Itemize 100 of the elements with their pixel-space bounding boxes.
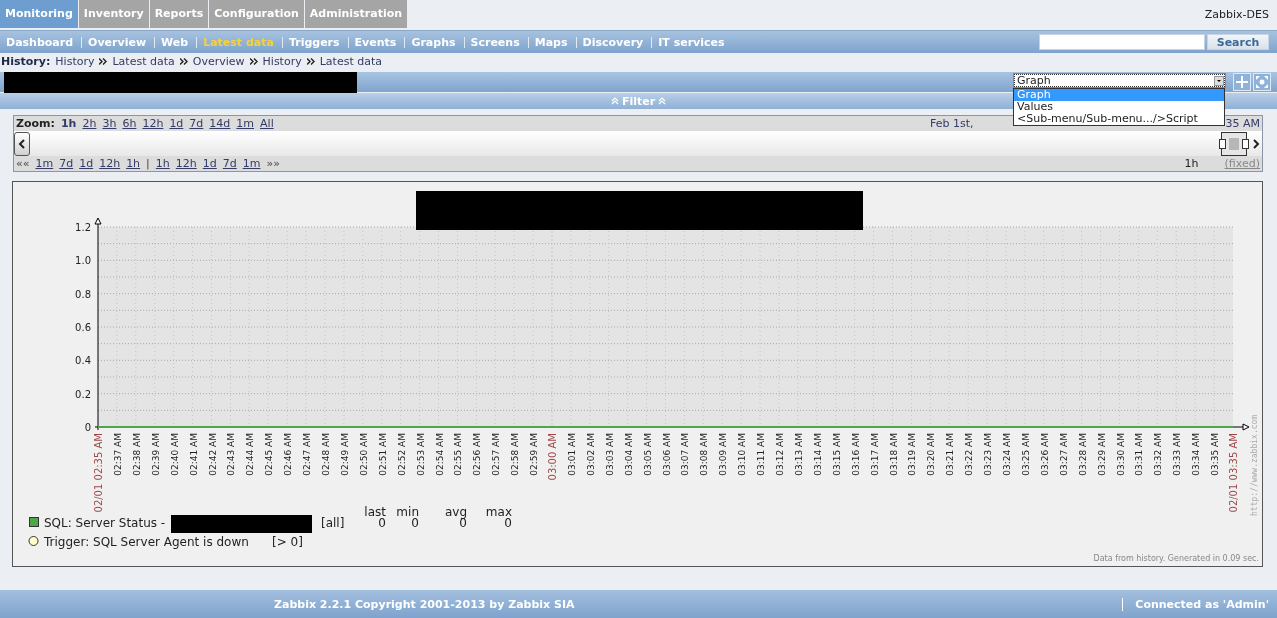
breadcrumb-link[interactable]: Latest data — [112, 55, 175, 68]
x-tick-label: 03:33 AM — [1172, 433, 1183, 476]
step-forward-link[interactable]: 1h — [155, 157, 170, 170]
stat-header: max — [485, 505, 512, 519]
x-tick-label: 03:35 AM — [1210, 433, 1221, 476]
x-tick-label: 03:21 AM — [945, 433, 956, 476]
x-tick-label: 02:45 AM — [264, 433, 275, 476]
zoom-link[interactable]: 6h — [122, 117, 137, 130]
search-button[interactable]: Search — [1207, 34, 1269, 50]
x-tick-label: 03:22 AM — [964, 433, 975, 476]
x-tick-label: 02:52 AM — [396, 433, 407, 476]
x-tick-label: 02:51 AM — [377, 433, 388, 476]
double-chevron-icon — [179, 58, 188, 65]
scroll-left-button[interactable] — [14, 131, 30, 156]
x-tick-label: 03:07 AM — [680, 433, 691, 476]
breadcrumb-link[interactable]: Latest data — [319, 55, 382, 68]
x-tick-label: 03:28 AM — [1077, 433, 1088, 476]
step-back-link[interactable]: 12h — [99, 157, 121, 170]
step-forward-link[interactable]: 1m — [242, 157, 261, 170]
stat-header: min — [396, 505, 419, 519]
x-tick-label: 02:37 AM — [112, 433, 123, 476]
x-tick-label: 03:09 AM — [718, 433, 729, 476]
breadcrumb-link[interactable]: Overview — [192, 55, 245, 68]
x-tick-label: 03:30 AM — [1115, 433, 1126, 476]
x-tick-label: 03:32 AM — [1153, 433, 1164, 476]
chevron-up-icon — [610, 97, 619, 105]
history-label: History: — [1, 55, 51, 68]
generation-note: Data from history. Generated in 0.09 sec. — [1093, 554, 1259, 563]
timeline-handle[interactable] — [1219, 131, 1249, 156]
y-tick-label: 0.8 — [75, 288, 91, 300]
end-date: 35 AM — [1225, 117, 1260, 130]
zoom-link[interactable]: 14d — [209, 117, 231, 130]
zoom-link[interactable]: 1h — [60, 117, 77, 130]
x-tick-label: 03:25 AM — [1020, 433, 1031, 476]
step-back-link[interactable]: 1m — [35, 157, 54, 170]
zoom-link[interactable]: 2h — [82, 117, 97, 130]
x-tick-label: 03:11 AM — [756, 433, 767, 476]
divider-mark: | — [146, 157, 150, 170]
step-back-link[interactable]: 1h — [126, 157, 141, 170]
forward-mark[interactable]: »» — [266, 157, 280, 170]
x-tick-label: 03:24 AM — [1002, 433, 1012, 476]
zoom-link[interactable]: All — [260, 117, 274, 130]
x-tick-label: 02:53 AM — [415, 433, 426, 476]
x-tick-label: 02:48 AM — [321, 433, 331, 476]
x-tick-label: 02:49 AM — [339, 433, 350, 476]
zoom-link[interactable]: 1d — [169, 117, 184, 130]
zoom-link[interactable]: 7d — [189, 117, 204, 130]
x-tick-label: 02:50 AM — [358, 433, 369, 476]
y-tick-label: 1.2 — [75, 222, 91, 233]
zoom-link[interactable]: 3h — [102, 117, 117, 130]
legend-function: [all] — [321, 516, 345, 530]
x-tick-label: 02/01 02:35 AM — [93, 433, 104, 513]
x-tick-label: 02:58 AM — [510, 433, 521, 476]
x-tick-label: 03:03 AM — [604, 433, 615, 476]
x-tick-label: 03:17 AM — [869, 433, 880, 476]
back-mark[interactable]: «« — [16, 157, 30, 170]
x-tick-label: 03:26 AM — [1039, 433, 1050, 476]
double-chevron-icon — [249, 58, 258, 65]
x-tick-label: 03:10 AM — [737, 433, 748, 476]
chevron-right-icon — [1251, 138, 1260, 149]
stat-value: 0 — [504, 516, 512, 530]
x-tick-label: 03:31 AM — [1134, 433, 1145, 476]
dropdown-option[interactable]: <Sub-menu/Sub-menu.../>Script — [1014, 113, 1224, 125]
x-tick-label: 02:38 AM — [131, 433, 142, 476]
breadcrumb-link[interactable]: History — [262, 55, 302, 68]
x-tick-label: 02:47 AM — [302, 433, 313, 476]
dropdown-option[interactable]: Values — [1014, 101, 1224, 113]
stat-header: last — [364, 505, 386, 519]
x-tick-label: 03:18 AM — [888, 433, 899, 476]
x-tick-label: 03:29 AM — [1096, 433, 1107, 476]
step-back-link[interactable]: 7d — [59, 157, 74, 170]
x-tick-label: 03:01 AM — [566, 433, 577, 476]
x-tick-label: 02:42 AM — [207, 433, 218, 476]
x-tick-label: 03:02 AM — [585, 433, 596, 476]
x-tick-label: 03:23 AM — [983, 433, 994, 476]
zoom-link[interactable]: 1m — [236, 117, 255, 130]
x-tick-label: 02/01 03:35 AM — [1228, 433, 1239, 513]
double-chevron-icon — [99, 58, 108, 65]
y-tick-label: 0 — [84, 422, 91, 433]
stat-value: 0 — [378, 516, 386, 530]
x-tick-label: 02:44 AM — [245, 433, 256, 476]
search-field[interactable] — [1039, 34, 1205, 50]
view-select[interactable]: Graph — [1013, 73, 1226, 88]
x-tick-label: 02:55 AM — [453, 433, 464, 476]
step-forward-link[interactable]: 7d — [222, 157, 237, 170]
x-tick-label: 02:54 AM — [434, 433, 445, 476]
legend-label: Trigger: SQL Server Agent is down — [44, 535, 249, 549]
chevron-up-icon — [658, 97, 667, 105]
start-date: Feb 1st, — [929, 117, 974, 130]
zoom-link[interactable]: 12h — [142, 117, 164, 130]
x-tick-label: 03:19 AM — [907, 433, 918, 476]
step-forward-link[interactable]: 1d — [202, 157, 217, 170]
step-back-link[interactable]: 1d — [79, 157, 94, 170]
user-status: Connected as 'Admin' — [1122, 597, 1269, 611]
y-tick-label: 1.0 — [75, 255, 91, 267]
breadcrumb-link[interactable]: History — [55, 55, 95, 68]
x-tick-label: 03:20 AM — [926, 433, 937, 476]
x-tick-label: 02:39 AM — [150, 433, 161, 476]
x-tick-label: 03:12 AM — [775, 433, 785, 476]
step-forward-link[interactable]: 12h — [175, 157, 197, 170]
